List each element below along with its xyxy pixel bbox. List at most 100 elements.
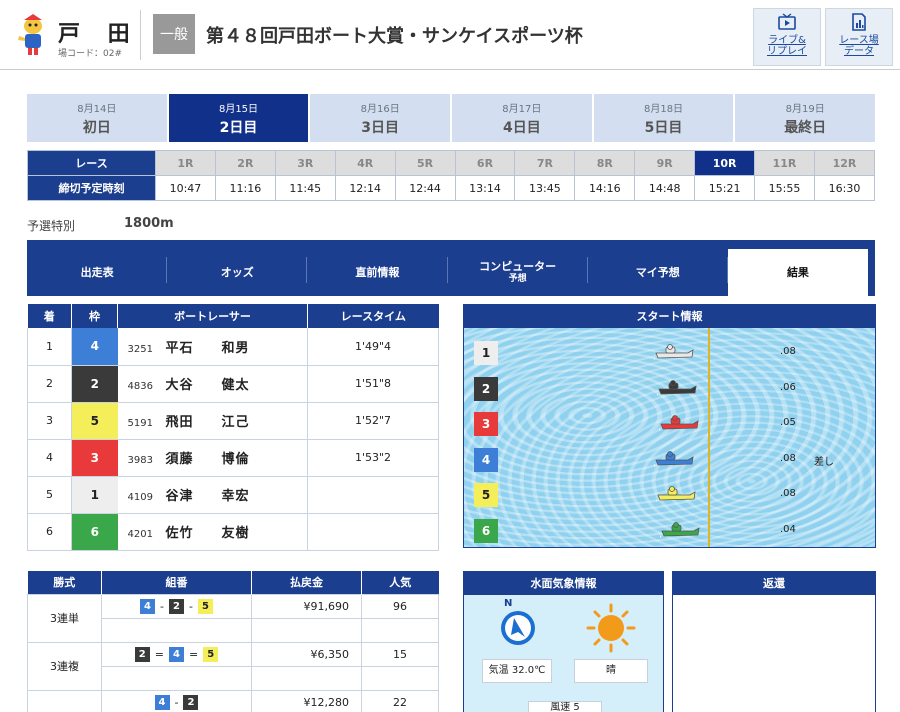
race-tab-2[interactable]: 2R (214, 150, 276, 176)
race-tab-10[interactable]: 10R (694, 150, 756, 176)
result-racer[interactable]: 5191 飛田 江己 (117, 402, 308, 440)
deadline-time: 12:14 (334, 175, 396, 201)
payout-empty-cell (101, 617, 252, 643)
result-time: 1'51"8 (307, 365, 439, 403)
day-date: 8月19日 (785, 103, 825, 115)
content-tab-label: マイ予想 (635, 266, 680, 279)
payout-combo: 2 = 4 = 5 (101, 641, 252, 667)
payout-empty-cell (251, 665, 362, 691)
content-tab-text: マイ予想 (636, 266, 680, 279)
racer-reg-no: 3983 (127, 455, 153, 466)
result-place: 5 (27, 476, 72, 514)
refund-panel: 返還 (672, 571, 876, 712)
result-racer[interactable]: 3983 須藤 博倫 (117, 439, 308, 477)
start-row: 6.04 (474, 518, 864, 543)
racer-name[interactable]: 佐竹 友樹 (166, 526, 250, 541)
race-tab-1[interactable]: 1R (155, 150, 216, 176)
day-tab-2[interactable]: 8月15日 2日目 (168, 94, 309, 142)
result-racer[interactable]: 4836 大谷 健太 (117, 365, 308, 403)
deadline-time: 11:16 (214, 175, 276, 201)
day-date: 8月15日 (218, 103, 259, 115)
payout-amount: ¥91,690 (251, 593, 362, 619)
race-row-label: レース (27, 150, 156, 176)
race-tab-7[interactable]: 7R (514, 150, 576, 176)
deadline-row-label: 締切予定時刻 (27, 175, 156, 201)
start-info-title: スタート情報 (464, 305, 875, 328)
race-tab-11[interactable]: 11R (754, 150, 815, 176)
combo-boat-number: 2 (183, 694, 199, 710)
start-timing: .08 (780, 452, 796, 464)
race-tab-4[interactable]: 4R (334, 150, 396, 176)
weather-body: N 気温 32.0℃ 晴 風速 5 (464, 595, 663, 712)
race-type: 予選特別 (27, 219, 76, 233)
racer-reg-no: 3251 (127, 343, 153, 355)
col-bet-type: 勝式 (27, 571, 102, 594)
race-tab-12[interactable]: 12R (813, 150, 876, 176)
content-tab-text: コンピューター 予想 (479, 260, 556, 286)
day-name: 4日目 (502, 119, 541, 136)
start-info-panel: スタート情報 1.08 2.06 3.05 4.08 差し 5.08 6.04 (463, 304, 876, 548)
content-tab-1[interactable]: 出走表 (27, 249, 168, 296)
result-place: 3 (27, 402, 72, 440)
race-tab-6[interactable]: 6R (454, 150, 516, 176)
compass-north-label: N (504, 598, 513, 609)
racer-name[interactable]: 須藤 博倫 (166, 452, 250, 467)
race-tab-5[interactable]: 5R (394, 150, 456, 176)
day-tab-3[interactable]: 8月16日 3日目 (310, 94, 451, 142)
start-timing: .08 (780, 346, 796, 357)
day-date: 8月18日 (643, 103, 684, 115)
combo-separator: - (160, 599, 164, 613)
payout-row: 4-2 ¥12,280 22 (27, 689, 439, 712)
start-frame-badge: 2 (474, 376, 498, 401)
racer-name[interactable]: 谷津 幸宏 (166, 489, 250, 504)
wind-compass-icon (501, 611, 535, 645)
day-tab-1[interactable]: 8月14日 初日 (27, 94, 167, 142)
air-temperature: 気温 32.0℃ (482, 659, 552, 683)
content-tab-5[interactable]: マイ予想 (588, 249, 729, 296)
payout-bet-type: 3連複 (27, 641, 102, 691)
day-tab-4[interactable]: 8月17日 4日目 (452, 94, 592, 142)
venue-data-label-1: レース場 (839, 35, 879, 46)
col-time: レースタイム (307, 304, 439, 328)
race-tab-8[interactable]: 8R (574, 150, 636, 176)
content-tab-6[interactable]: 結果 (727, 249, 869, 296)
payout-combo: 4-2 (101, 689, 252, 712)
live-replay-button[interactable]: ライブ& リプレイ (753, 8, 821, 66)
deadline-time: 13:45 (514, 175, 576, 201)
content-tab-4[interactable]: コンピューター 予想 (448, 249, 588, 296)
deadline-time: 11:45 (274, 175, 336, 201)
race-tab-3[interactable]: 3R (274, 150, 336, 176)
venue-data-button[interactable]: レース場 データ (825, 8, 893, 66)
racer-name[interactable]: 飛田 江己 (166, 415, 250, 430)
content-tab-3[interactable]: 直前情報 (307, 249, 448, 296)
racer-name[interactable]: 平石 和男 (166, 341, 250, 356)
start-timing: .05 (780, 417, 796, 428)
result-racer[interactable]: 4109 谷津 幸宏 (117, 476, 308, 514)
result-place: 1 (27, 328, 72, 366)
racer-name[interactable]: 大谷 健太 (166, 378, 250, 393)
result-racer[interactable]: 4201 佐竹 友樹 (117, 513, 308, 551)
day-name: 最終日 (784, 119, 827, 136)
day-date: 8月17日 (502, 103, 542, 115)
result-row: 1 4 3251 平石 和男 1'49"4 (27, 328, 439, 366)
content-tab-text: 直前情報 (355, 266, 399, 279)
result-time: 1'49"4 (307, 328, 439, 366)
live-replay-label-1: ライブ& (768, 35, 806, 46)
payout-popularity: 22 (361, 689, 439, 712)
day-date: 8月16日 (360, 103, 400, 115)
boat-icon (654, 450, 694, 466)
result-frame: 4 (71, 328, 118, 366)
race-tab-9[interactable]: 9R (634, 150, 696, 176)
content-tab-2[interactable]: オッズ (167, 249, 308, 296)
day-tab-5[interactable]: 8月18日 5日目 (593, 94, 734, 142)
start-row: 5.08 (474, 483, 864, 507)
start-frame-badge: 5 (474, 483, 498, 507)
content-tab-label: コンピューター (479, 259, 557, 273)
result-racer[interactable]: 3251 平石 和男 (117, 328, 308, 366)
day-tab-6[interactable]: 8月19日最終日 (735, 94, 876, 142)
result-place: 6 (27, 513, 72, 551)
col-racer: ボートレーサー (117, 304, 308, 328)
combo-separator: - (189, 599, 193, 613)
boat-icon (660, 521, 700, 537)
result-frame: 3 (71, 439, 118, 477)
